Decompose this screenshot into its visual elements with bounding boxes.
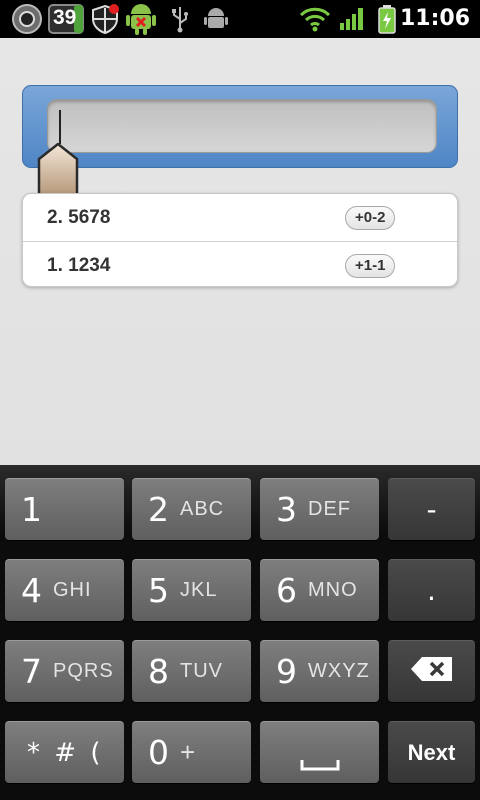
list-item-label: 1. 1234 (47, 255, 111, 276)
key-digit: 4 (21, 571, 42, 610)
battery-charging-icon (376, 3, 398, 35)
list-item[interactable]: 2. 5678 +0-2 (23, 194, 457, 241)
list-item[interactable]: 1. 1234 +1-1 (23, 241, 457, 286)
android-alert-icon (124, 3, 158, 35)
key-0[interactable]: 0 + (132, 721, 251, 783)
numeric-keyboard: 1 2 ABC 3 DEF - 4 GHI 5 JKL 6 MNO . 7 PQRS 8 TU… (0, 465, 480, 800)
history-list: 2. 5678 +0-2 1. 1234 +1-1 (22, 193, 458, 287)
wifi-icon (298, 3, 332, 35)
key-digit: 7 (21, 652, 42, 691)
key-special[interactable]: * # ( (5, 721, 124, 783)
number-input[interactable] (47, 99, 437, 153)
list-item-badge: +1-1 (345, 254, 396, 278)
list-item-label: 2. 5678 (47, 207, 111, 228)
key-1[interactable]: 1 (5, 478, 124, 540)
key-digit: 0 (148, 733, 169, 772)
android-debug-icon (202, 3, 230, 35)
key-letters: ABC (180, 498, 225, 520)
key-letters: TUV (180, 660, 223, 682)
list-item-badge: +0-2 (345, 206, 396, 230)
key-4[interactable]: 4 GHI (5, 559, 124, 621)
key-symbol: - (426, 493, 437, 526)
calendar-badge-icon: 39 (48, 3, 84, 35)
input-frame (22, 85, 458, 168)
key-digit: 3 (276, 490, 297, 529)
key-letters: MNO (308, 579, 358, 601)
key-3[interactable]: 3 DEF (260, 478, 379, 540)
app-icon (10, 3, 44, 35)
key-letters: DEF (308, 498, 351, 520)
key-9[interactable]: 9 WXYZ (260, 640, 379, 702)
key-next[interactable]: Next (388, 721, 475, 783)
key-backspace[interactable] (388, 640, 475, 702)
key-7[interactable]: 7 PQRS (5, 640, 124, 702)
text-cursor (59, 110, 61, 144)
key-2[interactable]: 2 ABC (132, 478, 251, 540)
key-next-label: Next (407, 739, 456, 765)
status-bar: 39 11:06 (0, 0, 480, 38)
key-letters: WXYZ (308, 660, 370, 682)
app-content: 2. 5678 +0-2 1. 1234 +1-1 (0, 38, 480, 465)
space-icon (300, 758, 340, 776)
key-8[interactable]: 8 TUV (132, 640, 251, 702)
key-letters: GHI (53, 579, 92, 601)
key-period[interactable]: . (388, 559, 475, 621)
backspace-icon (410, 656, 454, 687)
signal-icon (338, 3, 366, 35)
key-minus[interactable]: - (388, 478, 475, 540)
key-letters: PQRS (53, 660, 114, 682)
key-symbols: * # ( (27, 737, 104, 768)
key-letters: + (180, 737, 197, 767)
key-space[interactable] (260, 721, 379, 783)
shield-icon (88, 3, 122, 35)
key-5[interactable]: 5 JKL (132, 559, 251, 621)
key-digit: 1 (21, 490, 42, 529)
key-digit: 2 (148, 490, 169, 529)
key-digit: 6 (276, 571, 297, 610)
key-digit: 9 (276, 652, 297, 691)
key-6[interactable]: 6 MNO (260, 559, 379, 621)
key-digit: 5 (148, 571, 169, 610)
key-letters: JKL (180, 579, 218, 601)
key-symbol: . (427, 574, 436, 607)
key-digit: 8 (148, 652, 169, 691)
clock: 11:06 (399, 6, 470, 31)
notification-badge-count: 39 (53, 6, 77, 29)
usb-icon (168, 3, 192, 35)
